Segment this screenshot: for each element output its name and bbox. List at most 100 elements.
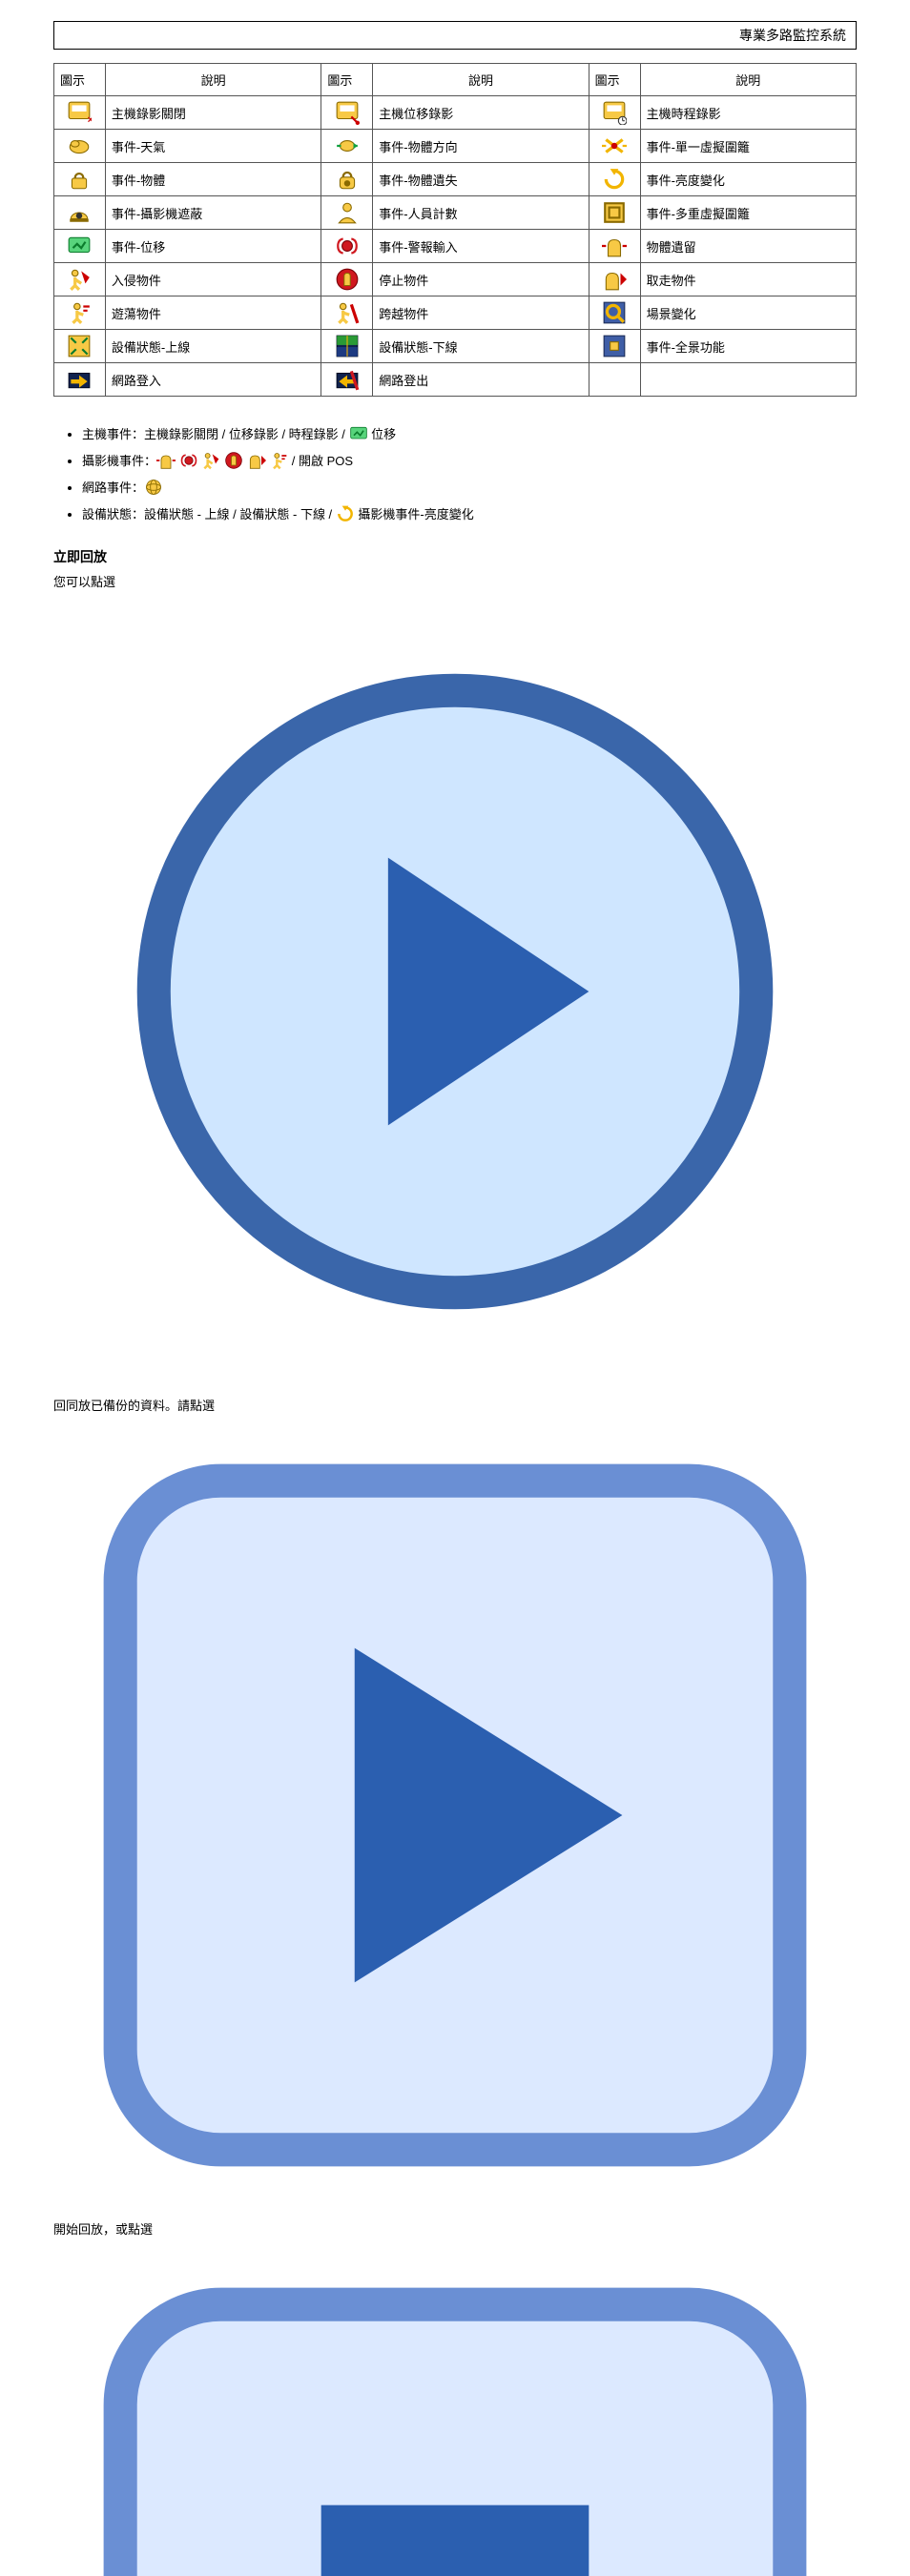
intrusion-icon	[67, 267, 92, 292]
event-label-cell: 場景變化	[640, 296, 856, 330]
note-item: 網路事件：	[82, 475, 857, 501]
stop-square-icon	[53, 2238, 857, 2576]
event-label-cell: 事件-亮度變化	[640, 163, 856, 196]
event-label-cell: 主機時程錄影	[640, 96, 856, 130]
loiter-icon	[269, 451, 288, 470]
event-icon-cell	[589, 230, 640, 263]
event-label-cell: 事件-物體方向	[373, 130, 589, 163]
event-label-cell: 主機錄影關閉	[105, 96, 321, 130]
event-label-cell: 跨越物件	[373, 296, 589, 330]
event-label-cell: 事件-物體	[105, 163, 321, 196]
sensor-icon	[179, 451, 198, 470]
rec-x-icon	[67, 100, 92, 125]
events-header: 圖示	[589, 64, 640, 96]
event-icon-cell	[589, 163, 640, 196]
event-icon-cell	[321, 263, 373, 296]
event-icon-cell	[321, 163, 373, 196]
event-label-cell: 事件-警報輸入	[373, 230, 589, 263]
hand-move-icon	[156, 451, 176, 470]
event-label-cell: 事件-位移	[105, 230, 321, 263]
event-icon-cell	[54, 130, 106, 163]
event-icon-cell	[321, 96, 373, 130]
events-table: 圖示說明圖示說明圖示說明 主機錄影關閉主機位移錄影主機時程錄影事件-天氣事件-物…	[53, 63, 857, 397]
event-label-cell: 遊蕩物件	[105, 296, 321, 330]
rec-timer-icon	[602, 100, 627, 125]
note-item: 主機事件：主機錄影關閉 / 位移錄影 / 時程錄影 / 位移	[82, 421, 857, 448]
event-label-cell: 事件-全景功能	[640, 330, 856, 363]
event-icon-cell	[321, 363, 373, 397]
hand-take-icon	[247, 451, 266, 470]
motion-icon	[67, 234, 92, 258]
event-label-cell: 設備狀態-上線	[105, 330, 321, 363]
notes-list: 主機事件：主機錄影關閉 / 位移錄影 / 時程錄影 / 位移攝影機事件： / 開…	[82, 421, 857, 528]
sensor-icon	[335, 234, 360, 258]
event-icon-cell	[589, 330, 640, 363]
event-label-cell: 入侵物件	[105, 263, 321, 296]
crosswire-icon	[602, 133, 627, 158]
event-icon-cell	[321, 296, 373, 330]
hand-move-icon	[602, 234, 627, 258]
rect-nest-icon	[602, 200, 627, 225]
person-icon	[335, 200, 360, 225]
event-label-cell: 事件-人員計數	[373, 196, 589, 230]
event-label-cell: 停止物件	[373, 263, 589, 296]
hand-take-icon	[602, 267, 627, 292]
event-icon-cell	[321, 196, 373, 230]
fullscreen-y-icon	[67, 334, 92, 358]
hand-stop-icon	[224, 451, 243, 470]
event-label-cell: 事件-攝影機遮蔽	[105, 196, 321, 230]
rec-motion-icon	[335, 100, 360, 125]
loiter-icon	[67, 300, 92, 325]
intrusion-icon	[201, 451, 220, 470]
event-label-cell: 設備狀態-下線	[373, 330, 589, 363]
event-icon-cell	[54, 363, 106, 397]
events-header: 說明	[105, 64, 321, 96]
event-label-cell: 事件-物體遺失	[373, 163, 589, 196]
split-icon	[335, 334, 360, 358]
events-header: 說明	[640, 64, 856, 96]
person-cross-icon	[335, 300, 360, 325]
fullscreen-b-icon	[602, 334, 627, 358]
note-item: 設備狀態：設備狀態 - 上線 / 設備狀態 - 下線 / 攝影機事件-亮度變化	[82, 501, 857, 528]
event-icon-cell	[54, 263, 106, 296]
event-label-cell: 物體遺留	[640, 230, 856, 263]
event-label-cell: 主機位移錄影	[373, 96, 589, 130]
event-icon-cell	[589, 96, 640, 130]
event-icon-cell	[589, 263, 640, 296]
event-icon-cell	[321, 330, 373, 363]
event-icon-cell	[589, 296, 640, 330]
rotate-icon	[602, 167, 627, 192]
event-label-cell: 網路登入	[105, 363, 321, 397]
cloud-arrows-icon	[335, 133, 360, 158]
event-icon-cell	[321, 230, 373, 263]
top-banner: 專業多路監控系統	[53, 21, 857, 50]
section-body: 您可以點選 回同放已備份的資料。請點選 開始回放，或點選 停止回放。	[53, 572, 857, 2576]
event-icon-cell	[54, 196, 106, 230]
event-icon-cell	[54, 230, 106, 263]
disc-play-icon	[53, 590, 857, 1393]
event-icon-cell	[54, 330, 106, 363]
event-icon-cell	[589, 196, 640, 230]
lock-round-icon	[335, 167, 360, 192]
magnify-icon	[602, 300, 627, 325]
note-item: 攝影機事件： / 開啟 POS	[82, 448, 857, 475]
event-icon-cell	[54, 163, 106, 196]
section-title: 立即回放	[53, 547, 857, 566]
globe-icon	[144, 478, 163, 497]
netin-icon	[67, 367, 92, 392]
events-header: 圖示	[54, 64, 106, 96]
event-icon-cell	[54, 296, 106, 330]
event-label-cell	[640, 363, 856, 397]
hand-stop-icon	[335, 267, 360, 292]
rotate-icon	[336, 504, 355, 523]
play-square-icon	[53, 1414, 857, 2217]
cloud-icon	[67, 133, 92, 158]
event-icon-cell	[589, 130, 640, 163]
cam-icon	[67, 200, 92, 225]
event-icon-cell	[321, 130, 373, 163]
motion-icon	[349, 424, 368, 443]
event-label-cell: 事件-單一虛擬圍籬	[640, 130, 856, 163]
events-header: 圖示	[321, 64, 373, 96]
event-icon-cell	[54, 96, 106, 130]
lock-icon	[67, 167, 92, 192]
